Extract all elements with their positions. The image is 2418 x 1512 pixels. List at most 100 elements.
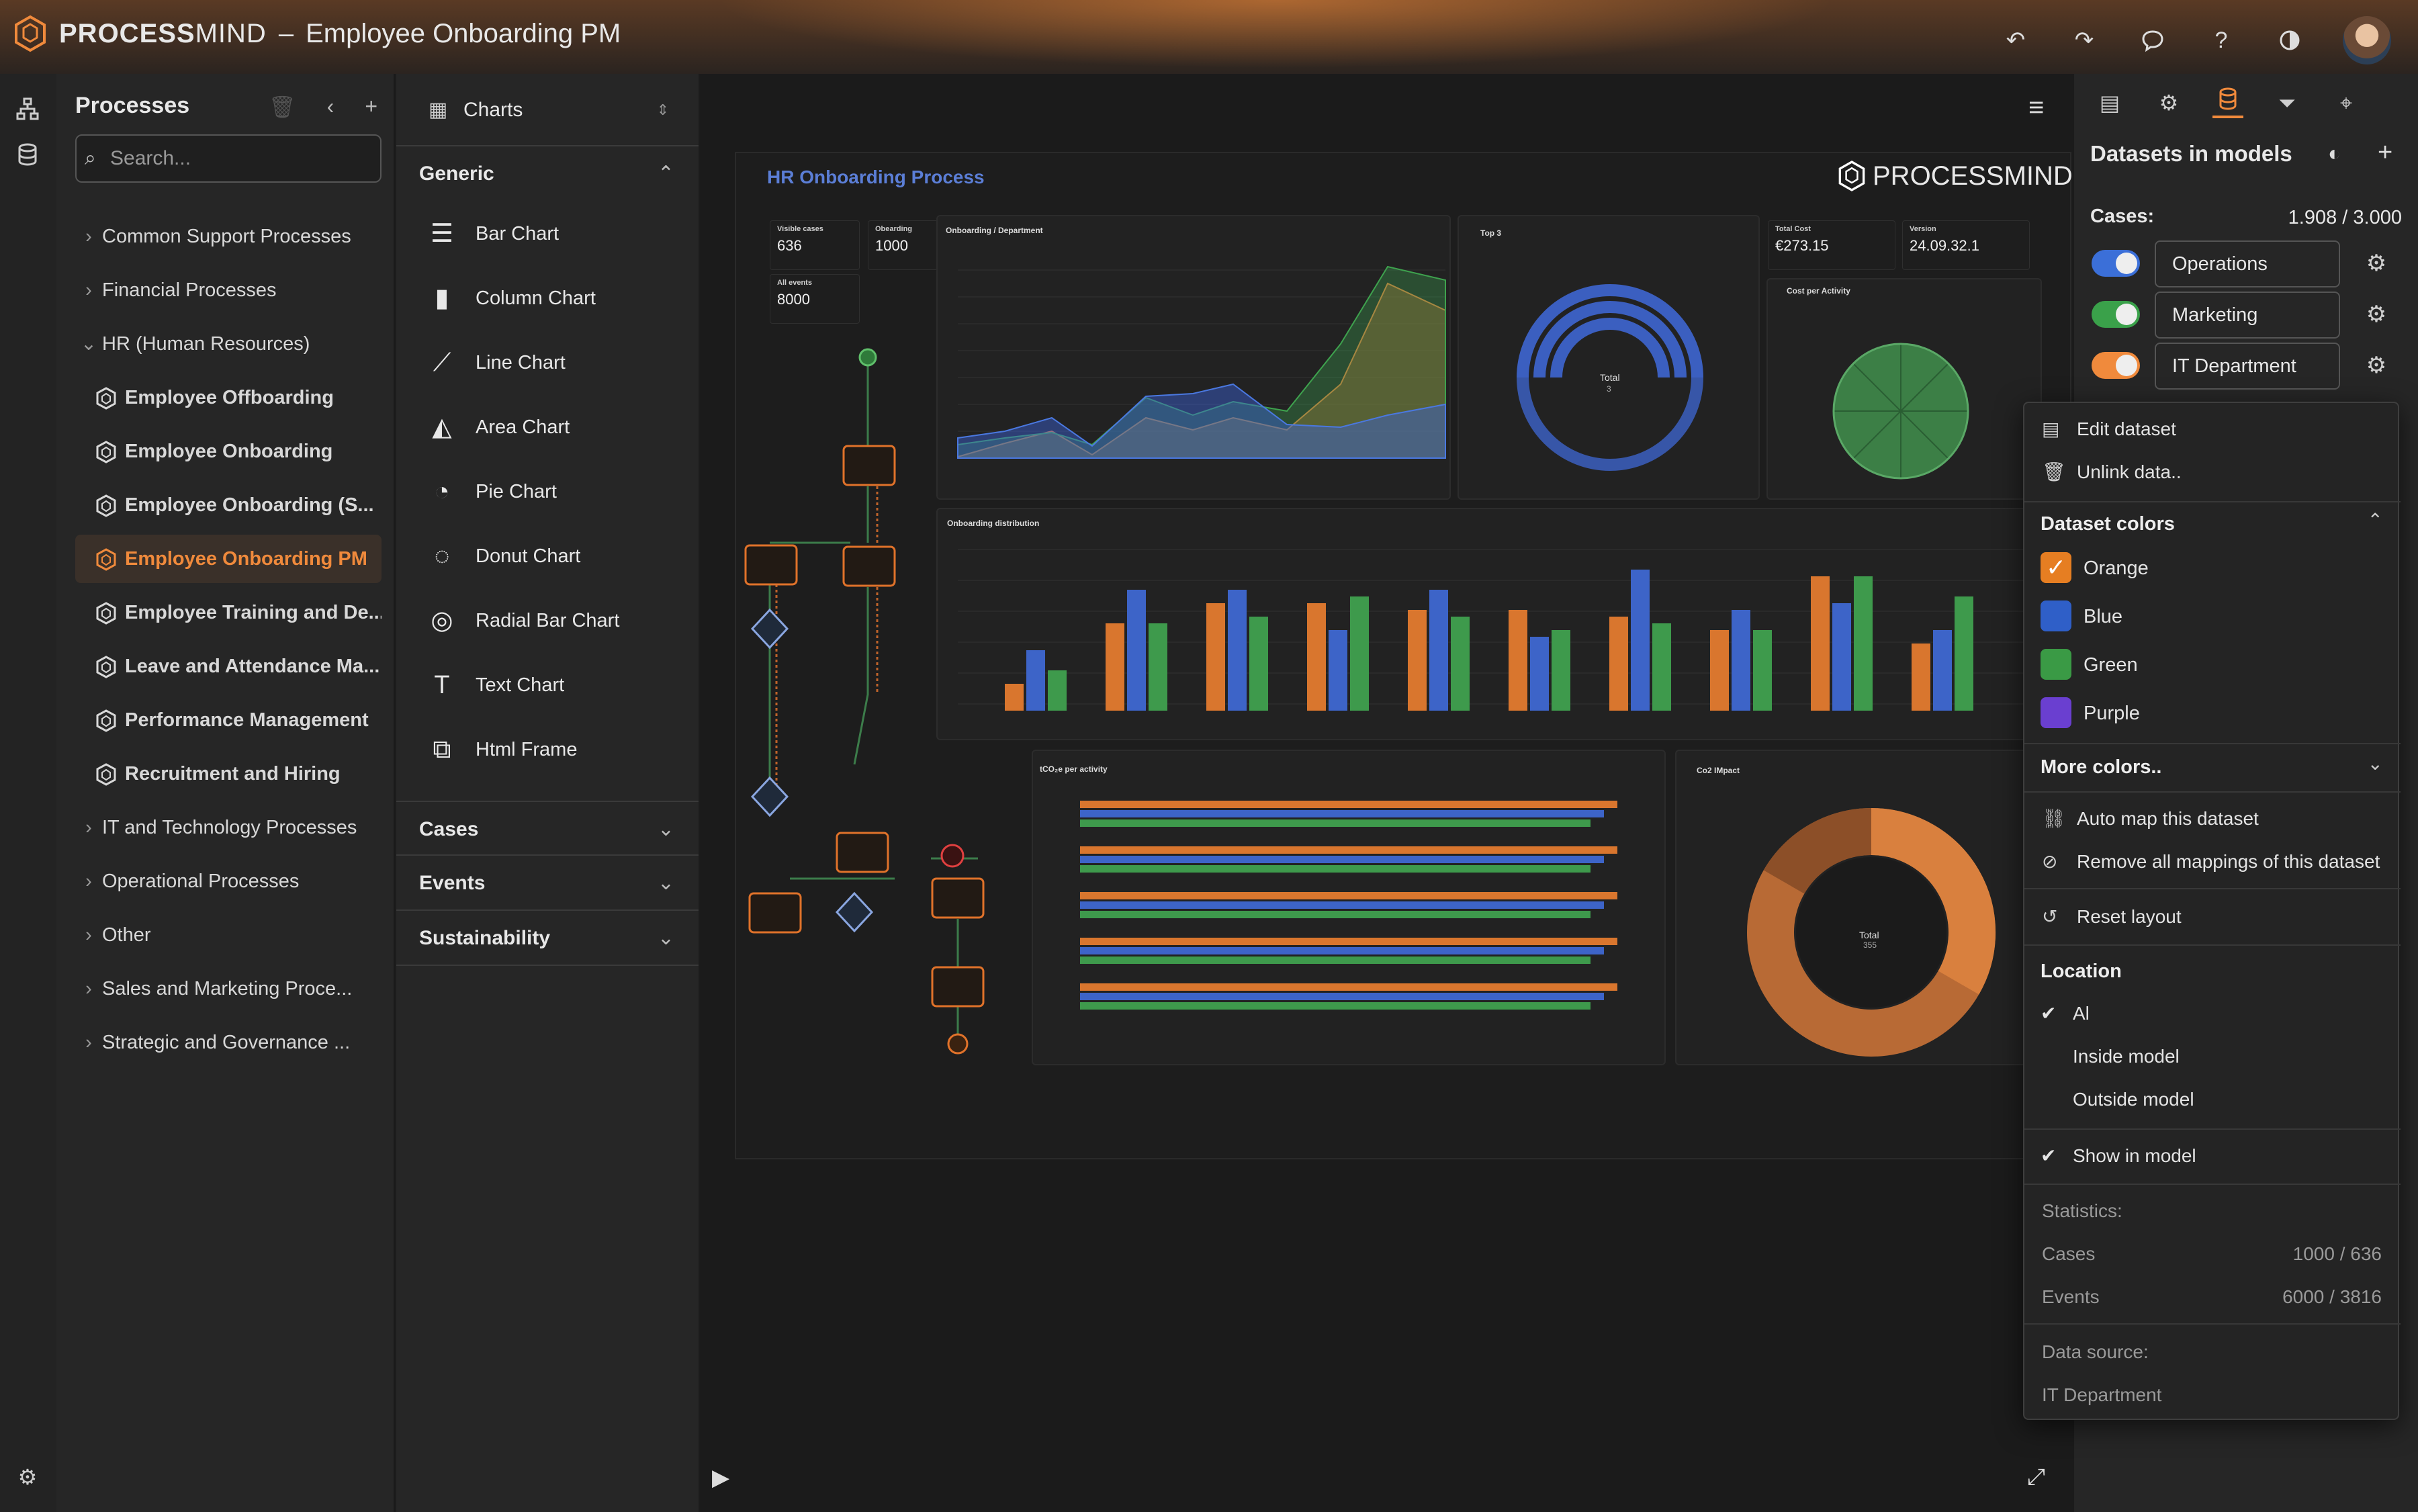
add-dataset-icon[interactable]: + [2378, 138, 2392, 167]
database-icon[interactable] [12, 142, 43, 173]
play-icon[interactable]: ▶ [712, 1464, 729, 1491]
menu-reset-layout[interactable]: ↺ Reset layout [2042, 900, 2182, 934]
color-label-blue[interactable]: Blue [2084, 606, 2122, 628]
link-icon: ⛓ [2042, 808, 2066, 829]
chart-type-item[interactable]: ◌ Donut Chart [427, 524, 581, 588]
color-swatch-blue[interactable] [2041, 601, 2071, 631]
folder-item[interactable]: › Common Support Processes [75, 212, 382, 261]
chart-type-item[interactable]: ⧉ Html Frame [427, 717, 577, 782]
color-swatch-orange[interactable]: ✓ [2041, 552, 2071, 583]
delete-icon[interactable]: 🗑 [269, 94, 296, 120]
color-label-purple[interactable]: Purple [2084, 703, 2140, 725]
dataset-name-marketing[interactable]: Marketing [2155, 292, 2340, 339]
chevron-up-icon[interactable]: ⌃ [2368, 509, 2383, 531]
color-label-orange[interactable]: Orange [2084, 558, 2149, 580]
section-events[interactable]: Events ⌄ [396, 856, 699, 911]
process-item[interactable]: Employee Training and De... [75, 588, 382, 637]
decorative-bar [1080, 901, 1604, 909]
location-all[interactable]: ✔ Al [2041, 997, 2090, 1030]
color-label-green[interactable]: Green [2084, 654, 2138, 676]
chart-type-item[interactable]: T Text Chart [427, 653, 564, 717]
target-tab-icon[interactable]: ⌖ [2331, 87, 2362, 118]
top3-radial-card[interactable]: Top 3 Total 3 [1458, 215, 1760, 500]
dataset-name-operations[interactable]: Operations [2155, 240, 2340, 287]
redo-icon[interactable]: ↷ [2069, 25, 2100, 56]
decorative-bar [1933, 630, 1952, 711]
decorative-bar [1080, 938, 1617, 945]
filter-tab-icon[interactable]: ⏷ [2272, 87, 2302, 118]
folder-item[interactable]: › Other [75, 911, 382, 959]
process-item[interactable]: Employee Offboarding [75, 373, 382, 422]
dataset-name-it-department[interactable]: IT Department [2155, 343, 2340, 390]
location-outside-model[interactable]: Outside model [2073, 1083, 2194, 1116]
dataset-toggle-marketing[interactable] [2092, 301, 2140, 328]
dataset-gear-icon[interactable]: ⚙ [2363, 352, 2390, 379]
charts-selector[interactable]: ▦ Charts ⇕ [396, 74, 699, 146]
dataset-colors-header[interactable]: Dataset colors [2041, 513, 2175, 535]
process-item[interactable]: Performance Management [75, 696, 382, 744]
line-chart-card[interactable]: Onboarding / Department [936, 215, 1451, 500]
chart-type-item[interactable]: ▮ Column Chart [427, 266, 596, 330]
process-item[interactable]: Employee Onboarding PM [75, 535, 382, 583]
hamburger-menu-icon[interactable]: ≡ [2028, 93, 2044, 123]
theme-toggle-icon[interactable] [2274, 25, 2305, 56]
process-item[interactable]: Recruitment and Hiring [75, 750, 382, 798]
chart-type-item[interactable]: ◔ Pie Chart [427, 459, 557, 524]
chevron-right-icon: › [85, 924, 92, 946]
user-avatar[interactable] [2343, 16, 2391, 64]
settings-gear-icon[interactable]: ⚙ [12, 1464, 43, 1495]
onboarding-distribution-card[interactable]: Onboarding distribution [936, 508, 2042, 740]
chevron-down-icon[interactable]: ⌄ [2368, 752, 2383, 774]
section-sustainability[interactable]: Sustainability ⌄ [396, 911, 699, 966]
process-icon [96, 763, 116, 787]
chart-type-item[interactable]: ☰ Bar Chart [427, 202, 559, 266]
color-swatch-purple[interactable] [2041, 697, 2071, 728]
color-swatch-green[interactable] [2041, 649, 2071, 680]
chart-type-item[interactable]: ⟋ Line Chart [427, 330, 566, 395]
dataset-toggle-operations[interactable] [2092, 250, 2140, 277]
section-generic[interactable]: Generic ⌃ [396, 146, 699, 202]
folder-item[interactable]: ⌄ HR (Human Resources) [75, 320, 382, 368]
section-cases[interactable]: Cases ⌄ [396, 801, 699, 856]
chart-type-item[interactable]: ◭ Area Chart [427, 395, 570, 459]
decorative-bar [1080, 856, 1604, 863]
document-tab-icon[interactable]: ▤ [2094, 87, 2125, 118]
menu-auto-map[interactable]: ⛓ Auto map this dataset [2042, 802, 2259, 836]
menu-edit-dataset[interactable]: ▤ Edit dataset [2042, 412, 2176, 446]
dashboard-canvas[interactable]: ≡ HR Onboarding Process PROCESSMIND Visi… [700, 74, 2074, 1512]
dataset-toggle-it-department[interactable] [2092, 352, 2140, 379]
comment-icon[interactable] [2137, 25, 2168, 56]
datasets-tab-icon[interactable] [2212, 87, 2243, 118]
dataset-gear-icon[interactable]: ⚙ [2363, 301, 2390, 328]
co2-impact-card[interactable]: Co2 IMpact Total 355 [1675, 750, 2042, 1065]
chart-type-item[interactable]: ◎ Radial Bar Chart [427, 588, 619, 653]
more-colors[interactable]: More colors.. [2041, 756, 2162, 779]
folder-item[interactable]: › Sales and Marketing Proce... [75, 965, 382, 1013]
add-process-icon[interactable]: + [365, 94, 377, 120]
menu-unlink-data[interactable]: 🗑 Unlink data.. [2042, 455, 2182, 489]
show-in-model[interactable]: ✔ Show in model [2041, 1139, 2196, 1173]
folder-item[interactable]: › Financial Processes [75, 266, 382, 314]
location-inside-model[interactable]: Inside model [2073, 1040, 2180, 1073]
settings-tab-icon[interactable]: ⚙ [2153, 87, 2184, 118]
process-tree-icon[interactable] [12, 97, 43, 128]
collapse-panel-icon[interactable]: ‹ [327, 94, 334, 120]
process-item[interactable]: Leave and Attendance Ma... [75, 642, 382, 691]
menu-remove-mappings[interactable]: ⊘ Remove all mappings of this dataset [2042, 845, 2380, 879]
folder-item[interactable]: › IT and Technology Processes [75, 803, 382, 852]
undo-icon[interactable]: ↶ [2000, 25, 2031, 56]
process-item[interactable]: Employee Onboarding [75, 427, 382, 476]
tco2-per-activity-card[interactable]: tCO₂e per activity [1032, 750, 1666, 1065]
chevron-down-icon: ⌄ [657, 872, 674, 894]
folder-item[interactable]: › Strategic and Governance ... [75, 1018, 382, 1067]
compare-icon[interactable]: ◐ [2328, 141, 2341, 166]
process-search-input[interactable]: ⌕ Search... [75, 134, 382, 183]
dashboard-frame[interactable]: HR Onboarding Process PROCESSMIND Visibl… [735, 152, 2073, 1159]
line-chart-icon: ⟋ [433, 349, 451, 377]
process-item[interactable]: Employee Onboarding (S... [75, 481, 382, 529]
dataset-gear-icon[interactable]: ⚙ [2363, 250, 2390, 277]
help-icon[interactable]: ? [2206, 25, 2237, 56]
folder-item[interactable]: › Operational Processes [75, 857, 382, 905]
expand-icon[interactable]: ⤢ [2027, 1464, 2045, 1491]
cost-per-activity-card[interactable]: Cost per Activity [1766, 278, 2042, 500]
